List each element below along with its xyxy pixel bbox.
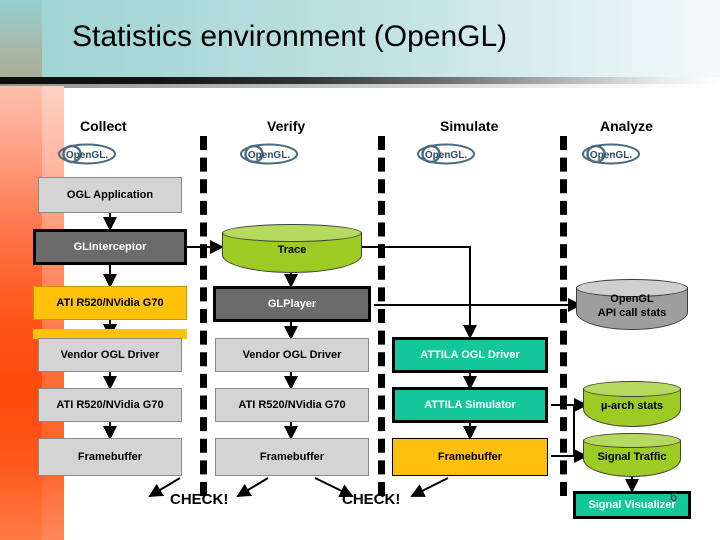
opengl-logo-icon: OpenGL. — [582, 143, 640, 165]
box-label: Framebuffer — [259, 450, 325, 463]
box-gpu-verify[interactable]: ATI R520/NVidia G70 — [215, 388, 369, 422]
cylinder-label-line1: OpenGL — [610, 293, 654, 305]
box-label: Vendor OGL Driver — [60, 348, 160, 361]
box-label: Framebuffer — [437, 450, 503, 463]
separator-simulate-analyze — [560, 136, 567, 496]
cylinder-label: Trace — [277, 244, 307, 256]
box-framebuffer-collect[interactable]: Framebuffer — [38, 438, 182, 476]
box-label: Vendor OGL Driver — [242, 348, 342, 361]
cylinder-label-line2: API call stats — [597, 307, 667, 319]
box-framebuffer-simulate[interactable]: Framebuffer — [392, 438, 548, 476]
page-title: Statistics environment (OpenGL) — [72, 20, 508, 53]
column-header-simulate: Simulate — [440, 118, 499, 134]
opengl-logo-icon: OpenGL. — [58, 143, 116, 165]
title-divider-light — [0, 84, 720, 88]
check-label-simulate: CHECK! — [342, 491, 401, 508]
box-label: ATI R520/NVidia G70 — [56, 398, 164, 411]
cylinder-signal-traffic[interactable]: Signal Traffic — [583, 433, 681, 479]
box-attila-ogl-driver[interactable]: ATTILA OGL Driver — [392, 337, 548, 373]
svg-text:OpenGL.: OpenGL. — [66, 150, 108, 161]
box-label: ATTILA Simulator — [424, 398, 516, 411]
box-label: ATTILA OGL Driver — [420, 348, 520, 361]
cylinder-label: Signal Traffic — [597, 451, 667, 463]
separator-verify-simulate — [378, 136, 385, 496]
box-gpu-bottom-collect[interactable]: ATI R520/NVidia G70 — [38, 388, 182, 422]
check-label-verify: CHECK! — [170, 491, 229, 508]
column-header-verify: Verify — [267, 118, 306, 134]
svg-text:OpenGL.: OpenGL. — [590, 150, 632, 161]
slide-canvas: Statistics environment (OpenGL) Collect … — [0, 0, 720, 540]
cylinder-label: µ-arch stats — [601, 400, 663, 412]
cylinder-uarch-stats[interactable]: µ-arch stats — [583, 381, 681, 429]
box-label: ATI R520/NVidia G70 — [56, 296, 164, 309]
opengl-logo-icon: OpenGL. — [417, 143, 475, 165]
box-label: ATI R520/NVidia G70 — [238, 398, 346, 411]
box-label: OGL Application — [66, 188, 154, 201]
box-label: Framebuffer — [77, 450, 143, 463]
box-ogl-application[interactable]: OGL Application — [38, 177, 182, 213]
box-label: GLPlayer — [267, 297, 317, 310]
svg-text:OpenGL.: OpenGL. — [248, 150, 290, 161]
column-header-collect: Collect — [80, 118, 127, 134]
box-attila-simulator[interactable]: ATTILA Simulator — [392, 387, 548, 423]
cylinder-trace[interactable]: Trace — [222, 224, 362, 274]
box-gpu-top-collect[interactable]: ATI R520/NVidia G70 — [33, 286, 187, 320]
box-glinterceptor[interactable]: GLInterceptor — [33, 229, 187, 265]
page-number: 6 — [670, 489, 678, 504]
box-framebuffer-verify[interactable]: Framebuffer — [215, 438, 369, 476]
box-label: GLInterceptor — [73, 240, 147, 253]
box-glplayer[interactable]: GLPlayer — [213, 286, 371, 322]
separator-collect-verify — [200, 136, 207, 496]
box-vendor-driver-collect[interactable]: Vendor OGL Driver — [38, 338, 182, 372]
box-label: Signal Visualizer — [588, 498, 676, 511]
title-band-left-block — [0, 0, 42, 78]
svg-text:OpenGL.: OpenGL. — [425, 150, 467, 161]
cylinder-opengl-api-call-stats[interactable]: OpenGL API call stats — [576, 279, 688, 331]
column-header-analyze: Analyze — [600, 118, 653, 134]
box-vendor-driver-verify[interactable]: Vendor OGL Driver — [215, 338, 369, 372]
opengl-logo-icon: OpenGL. — [240, 143, 298, 165]
